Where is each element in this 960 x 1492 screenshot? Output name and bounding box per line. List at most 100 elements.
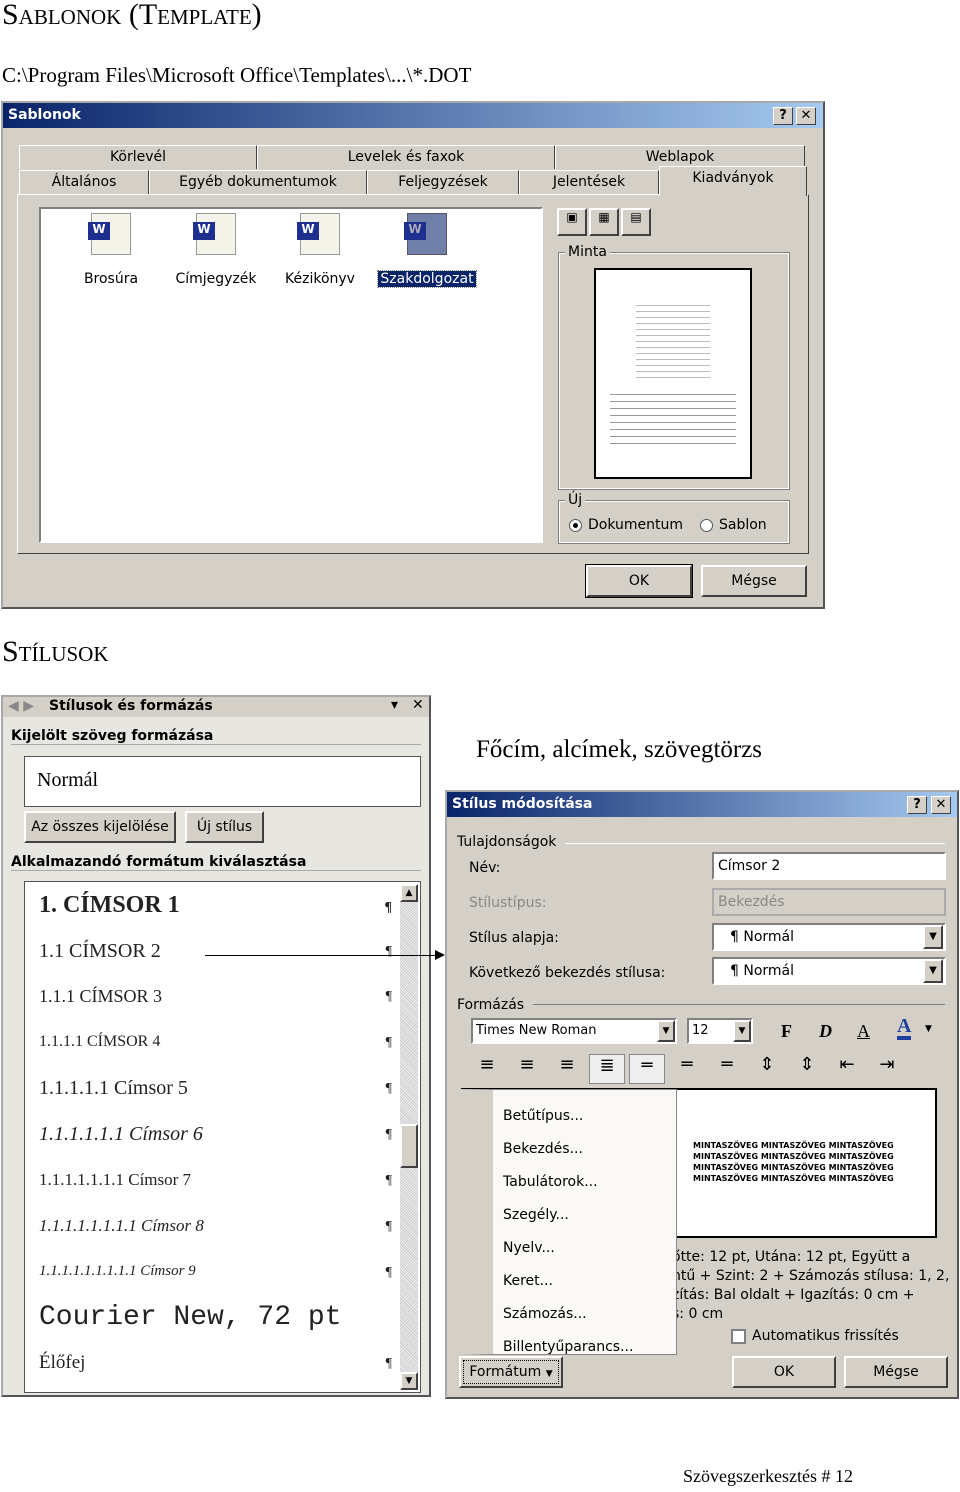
tab-feljegyzesek[interactable]: Feljegyzések (367, 170, 519, 194)
bold-button[interactable]: F (781, 1021, 792, 1042)
scroll-up-icon[interactable]: ▲ (400, 884, 418, 902)
item-label: Brosúra (83, 271, 139, 287)
format-button[interactable]: Formátum ▼ (459, 1356, 563, 1388)
dialog-title: Stílus módosítása (452, 796, 593, 812)
details-view-icon[interactable]: ▤ (621, 208, 651, 236)
pilcrow-icon: ¶ (385, 1173, 392, 1188)
font-color-button[interactable]: A (897, 1016, 912, 1040)
tab-altalanos[interactable]: Általános (19, 170, 149, 194)
preview-text: MINTASZÖVEG MINTASZÖVEG MINTASZÖVEG (693, 1174, 894, 1183)
chevron-down-icon[interactable]: ▼ (733, 1020, 751, 1042)
align-left-icon[interactable]: ≡ (469, 1054, 505, 1084)
style-item-cimsor6[interactable]: 1.1.1.1.1.1 Címsor 6 ¶ (39, 1123, 392, 1146)
select-all-button[interactable]: Az összes kijelölése (24, 811, 176, 843)
pilcrow-icon: ¶ (384, 900, 392, 915)
style-item-cimsor8[interactable]: 1.1.1.1.1.1.1.1 Címsor 8 ¶ (39, 1216, 392, 1236)
style-item-elofej[interactable]: Élőfej ¶ (39, 1352, 392, 1374)
style-item-cimsor2[interactable]: 1.1 CÍMSOR 2 ¶ (39, 940, 392, 963)
desc-line: őtte: 12 pt, Utána: 12 pt, Együtt a (672, 1249, 911, 1265)
menu-item-nyelv[interactable]: Nyelv... (503, 1232, 633, 1265)
divider (565, 843, 945, 844)
template-item-cimjegyzek[interactable]: W Címjegyzék (167, 213, 265, 287)
preview-text: MINTASZÖVEG MINTASZÖVEG MINTASZÖVEG (693, 1141, 894, 1150)
tab-jelentesek[interactable]: Jelentések (519, 170, 659, 194)
chevron-down-icon[interactable]: ▼ (923, 925, 943, 949)
underline-button[interactable]: A (857, 1021, 870, 1042)
justify-icon[interactable]: ≣ (589, 1054, 625, 1084)
one-half-spacing-icon[interactable]: ═ (669, 1054, 705, 1084)
next-label: Következő bekezdés stílusa: (469, 965, 666, 981)
close-button[interactable]: ✕ (796, 107, 816, 125)
radio-dokumentum[interactable]: Dokumentum (569, 517, 683, 533)
pilcrow-icon: ¶ (385, 1127, 392, 1142)
auto-update-checkbox[interactable]: Automatikus frissítés (731, 1328, 899, 1344)
scroll-thumb[interactable] (400, 1124, 418, 1168)
ok-button[interactable]: OK (585, 564, 693, 598)
scrollbar[interactable]: ▲ ▼ (400, 884, 418, 1390)
space-before-icon[interactable]: ⇕ (749, 1054, 785, 1084)
style-item-cimsor9[interactable]: 1.1.1.1.1.1.1.1.1 Címsor 9 ¶ (39, 1263, 392, 1280)
formatting-heading: Formázás (457, 997, 525, 1013)
menu-item-bekezdes[interactable]: Bekezdés... (503, 1133, 633, 1166)
scroll-down-icon[interactable]: ▼ (400, 1372, 418, 1390)
style-item-cimsor5[interactable]: 1.1.1.1.1 Címsor 5 ¶ (39, 1077, 392, 1100)
template-item-szakdolgozat[interactable]: W Szakdolgozat (377, 213, 477, 288)
chevron-down-icon[interactable]: ▼ (657, 1020, 675, 1042)
page-footer: Szövegszerkesztés # 12 (683, 1466, 853, 1486)
new-style-button[interactable]: Új stílus (185, 811, 264, 843)
double-spacing-icon[interactable]: ═ (709, 1054, 745, 1084)
next-select[interactable]: ¶ Normál (712, 957, 946, 985)
pane-menu-icon[interactable]: ▾ (391, 697, 398, 713)
style-item-cimsor4[interactable]: 1.1.1.1 CÍMSOR 4 ¶ (39, 1033, 392, 1051)
radio-sablon[interactable]: Sablon (700, 517, 767, 533)
list-view-icon[interactable]: ▦ (589, 208, 619, 236)
style-list[interactable]: ▲ ▼ 1. CÍMSOR 1 ¶ 1.1 CÍMSOR 2 ¶ 1.1.1 CÍM… (24, 881, 421, 1393)
decrease-indent-icon[interactable]: ⇤ (829, 1054, 865, 1084)
align-center-icon[interactable]: ≡ (509, 1054, 545, 1084)
close-icon[interactable]: ✕ (412, 697, 424, 713)
menu-item-szegely[interactable]: Szegély... (503, 1199, 633, 1232)
increase-indent-icon[interactable]: ⇥ (869, 1054, 905, 1084)
chevron-down-icon[interactable]: ▼ (923, 959, 943, 983)
style-name: 1.1.1.1.1 Címsor 5 (39, 1077, 188, 1099)
pilcrow-icon: ¶ (385, 989, 392, 1004)
template-item-brosura[interactable]: W Brosúra (71, 213, 151, 287)
menu-item-szamozas[interactable]: Számozás... (503, 1298, 633, 1331)
based-select[interactable]: ¶ Normál (712, 923, 946, 951)
single-spacing-icon[interactable]: ═ (629, 1054, 665, 1084)
style-item-courier[interactable]: Courier New, 72 pt (39, 1302, 392, 1333)
tab-levelek[interactable]: Levelek és faxok (257, 145, 555, 169)
type-label: Stílustípus: (469, 895, 547, 911)
help-button[interactable]: ? (907, 796, 927, 814)
caption: Főcím, alcímek, szövegtörzs (476, 736, 763, 763)
template-list[interactable]: W Brosúra W Címjegyzék W Kézikönyv W Sza… (39, 207, 543, 543)
style-item-cimsor7[interactable]: 1.1.1.1.1.1.1 Címsor 7 ¶ (39, 1170, 392, 1190)
font-select[interactable]: Times New Roman (471, 1018, 677, 1044)
template-item-kezikonyv[interactable]: W Kézikönyv (275, 213, 365, 287)
cancel-button[interactable]: Mégse (701, 565, 807, 597)
tab-egyeb[interactable]: Egyéb dokumentumok (149, 170, 367, 194)
align-right-icon[interactable]: ≡ (549, 1054, 585, 1084)
desc-line: ntű + Szint: 2 + Számozás stílusa: 1, 2, (672, 1268, 950, 1284)
large-icons-view-icon[interactable]: ▣ (557, 208, 587, 236)
chevron-down-icon[interactable]: ▼ (925, 1024, 932, 1034)
close-button[interactable]: ✕ (931, 796, 951, 814)
tab-kiadvanyok[interactable]: Kiadványok (659, 166, 807, 196)
space-after-icon[interactable]: ⇕ (789, 1054, 825, 1084)
italic-button[interactable]: D (819, 1021, 832, 1042)
menu-item-tabulatorok[interactable]: Tabulátorok... (503, 1166, 633, 1199)
name-input[interactable]: Címsor 2 (712, 852, 946, 880)
style-description: őtte: 12 pt, Utána: 12 pt, Együtt a ntű … (672, 1248, 949, 1324)
style-item-cimsor1[interactable]: 1. CÍMSOR 1 ¶ (39, 892, 392, 919)
current-style-box[interactable]: Normál (24, 756, 421, 807)
menu-item-keret[interactable]: Keret... (503, 1265, 633, 1298)
menu-item-betutipus[interactable]: Betűtípus... (503, 1100, 633, 1133)
help-button[interactable]: ? (773, 107, 793, 125)
style-name: 1.1 CÍMSOR 2 (39, 940, 161, 962)
cancel-button[interactable]: Mégse (844, 1356, 948, 1388)
back-forward-icon[interactable]: ◀ ▶ (8, 698, 34, 714)
title-bar: Stílus módosítása (447, 792, 957, 817)
tab-korlevel[interactable]: Körlevél (19, 145, 257, 169)
style-item-cimsor3[interactable]: 1.1.1 CÍMSOR 3 ¶ (39, 986, 392, 1007)
ok-button[interactable]: OK (732, 1356, 836, 1388)
